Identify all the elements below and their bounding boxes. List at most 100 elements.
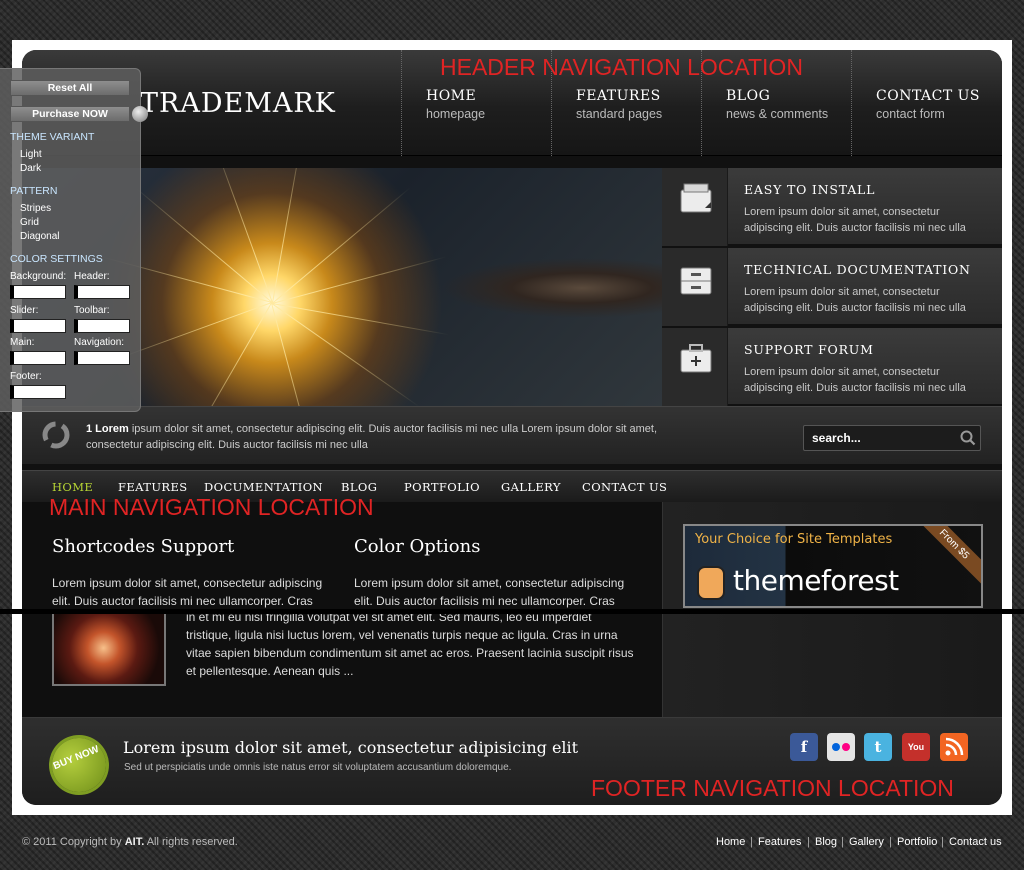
article-text: in et mi eu nisi fringilla volutpat vel … xyxy=(186,610,634,678)
feature-text: Lorem ipsum dolor sit amet, consectetur … xyxy=(744,286,966,314)
mainnav-documentation[interactable]: DOCUMENTATION xyxy=(204,480,323,494)
footer-link-separator: | xyxy=(750,836,753,848)
feature-text: Lorem ipsum dolor sit amet, consectetur … xyxy=(744,366,966,394)
search-input[interactable] xyxy=(804,426,954,450)
ticker-label: 1 Lorem xyxy=(86,423,129,435)
toolbar-color-swatch[interactable] xyxy=(74,319,130,333)
header-nav-annotation: HEADER NAVIGATION LOCATION xyxy=(440,54,803,80)
ad-price-tag: From $5 xyxy=(909,526,981,590)
footer-title: Lorem ipsum dolor sit amet, consectetur … xyxy=(123,738,579,757)
theme-settings-panel: Reset All Purchase NOW THEME VARIANT Lig… xyxy=(0,68,141,412)
footer-link-contact[interactable]: Contact us xyxy=(949,836,1002,848)
screenshot-divider xyxy=(0,609,1024,614)
nav-sub: news & comments xyxy=(726,107,829,121)
navigation-color-swatch[interactable] xyxy=(74,351,130,365)
inbox-icon xyxy=(662,168,728,246)
pattern-grid-option[interactable]: Grid xyxy=(20,217,39,228)
buy-now-badge[interactable]: BUY NOW xyxy=(43,729,115,801)
nav-sub: contact form xyxy=(876,107,945,121)
search-box xyxy=(803,425,981,451)
mainnav-features[interactable]: FEATURES xyxy=(118,480,188,494)
nav-sub: homepage xyxy=(426,107,486,121)
content-column-colors: Color Options Lorem ipsum dolor sit amet… xyxy=(354,536,639,610)
ticker-text: 1 Lorem ipsum dolor sit amet, consectetu… xyxy=(86,421,666,453)
column-text: Lorem ipsum dolor sit amet, consectetur … xyxy=(52,576,323,608)
feature-list: EASY TO INSTALL Lorem ipsum dolor sit am… xyxy=(662,168,1002,406)
purchase-now-button[interactable]: Purchase NOW xyxy=(10,106,130,122)
variant-dark-option[interactable]: Dark xyxy=(20,163,41,174)
feature-item[interactable]: SUPPORT FORUM Lorem ipsum dolor sit amet… xyxy=(662,328,1002,406)
main-color-label: Main: xyxy=(10,337,35,348)
column-text: Lorem ipsum dolor sit amet, consectetur … xyxy=(354,576,625,608)
feature-title: TECHNICAL DOCUMENTATION xyxy=(744,262,971,277)
search-icon[interactable] xyxy=(960,430,976,451)
footer-link-home[interactable]: Home xyxy=(716,836,745,848)
nav-sub: standard pages xyxy=(576,107,663,121)
copyright-pre: © 2011 Copyright by xyxy=(22,836,125,848)
feature-item[interactable]: TECHNICAL DOCUMENTATION Lorem ipsum dolo… xyxy=(662,248,1002,326)
header-color-label: Header: xyxy=(74,271,110,282)
mainnav-portfolio[interactable]: PORTFOLIO xyxy=(404,480,480,494)
rss-icon[interactable] xyxy=(940,733,968,761)
pattern-stripes-option[interactable]: Stripes xyxy=(20,203,51,214)
article-thumbnail[interactable] xyxy=(52,610,166,686)
slider-color-swatch[interactable] xyxy=(10,319,66,333)
refresh-icon[interactable] xyxy=(40,419,72,456)
mainnav-contact[interactable]: CONTACT US xyxy=(582,480,667,494)
facebook-icon[interactable]: f xyxy=(790,733,818,761)
column-title: Shortcodes Support xyxy=(52,536,235,557)
pattern-diagonal-option[interactable]: Diagonal xyxy=(20,231,59,242)
footer-link-separator: | xyxy=(807,836,810,848)
main-nav-annotation: MAIN NAVIGATION LOCATION xyxy=(49,494,374,520)
feature-title: SUPPORT FORUM xyxy=(744,342,874,357)
panel-toggle-knob[interactable] xyxy=(132,106,148,122)
site-container: TRADEMARK HOME homepage FEATURES standar… xyxy=(22,50,1002,805)
ad-brand: themeforest xyxy=(733,564,899,597)
footer-subtitle: Sed ut perspiciatis unde omnis iste natu… xyxy=(124,762,512,773)
footer-link-features[interactable]: Features xyxy=(758,836,801,848)
slider-color-label: Slider: xyxy=(10,305,39,316)
content-column-shortcodes: Shortcodes Support Lorem ipsum dolor sit… xyxy=(52,536,332,610)
footer-link-separator: | xyxy=(841,836,844,848)
cabinet-icon xyxy=(662,248,728,326)
footer-link-separator: | xyxy=(941,836,944,848)
toolbar-color-label: Toolbar: xyxy=(74,305,110,316)
toolbox-icon xyxy=(662,328,728,406)
nav-title: BLOG xyxy=(726,88,771,104)
background-color-swatch[interactable] xyxy=(10,285,66,299)
footer-color-swatch[interactable] xyxy=(10,385,66,399)
mainnav-gallery[interactable]: GALLERY xyxy=(501,480,561,494)
main-color-swatch[interactable] xyxy=(10,351,66,365)
copyright-post: All rights reserved. xyxy=(144,836,238,848)
flickr-icon[interactable] xyxy=(827,733,855,761)
copyright-brand[interactable]: AIT. xyxy=(125,836,145,848)
variant-light-option[interactable]: Light xyxy=(20,149,42,160)
pattern-heading: PATTERN xyxy=(10,185,58,197)
youtube-icon[interactable]: You xyxy=(902,733,930,761)
twitter-icon[interactable]: t xyxy=(864,733,892,761)
mainnav-blog[interactable]: BLOG xyxy=(341,480,377,494)
feature-text: Lorem ipsum dolor sit amet, consectetur … xyxy=(744,206,966,234)
footer-color-label: Footer: xyxy=(10,371,42,382)
themeforest-banner[interactable]: Your Choice for Site Templates themefore… xyxy=(683,524,983,608)
color-settings-heading: COLOR SETTINGS xyxy=(10,253,103,265)
reset-all-button[interactable]: Reset All xyxy=(10,80,130,96)
site-header: TRADEMARK HOME homepage FEATURES standar… xyxy=(22,50,1002,156)
feature-item[interactable]: EASY TO INSTALL Lorem ipsum dolor sit am… xyxy=(662,168,1002,246)
copyright: © 2011 Copyright by AIT. All rights rese… xyxy=(22,836,238,848)
footer-link-gallery[interactable]: Gallery xyxy=(849,836,884,848)
column-title: Color Options xyxy=(354,536,481,557)
footer-link-blog[interactable]: Blog xyxy=(815,836,837,848)
header-color-swatch[interactable] xyxy=(74,285,130,299)
site-logo[interactable]: TRADEMARK xyxy=(140,88,336,119)
mainnav-home[interactable]: HOME xyxy=(52,480,93,494)
ad-tagline: Your Choice for Site Templates xyxy=(695,532,893,547)
header-nav-contact[interactable]: CONTACT US contact form xyxy=(851,50,1002,156)
nav-title: CONTACT US xyxy=(876,88,981,104)
news-ticker: 1 Lorem ipsum dolor sit amet, consectetu… xyxy=(22,406,1002,464)
footer-link-separator: | xyxy=(889,836,892,848)
ticker-body: ipsum dolor sit amet, consectetur adipis… xyxy=(86,423,658,451)
site-footer: BUY NOW Lorem ipsum dolor sit amet, cons… xyxy=(22,717,1002,805)
footer-link-portfolio[interactable]: Portfolio xyxy=(897,836,937,848)
nav-title: FEATURES xyxy=(576,88,661,104)
